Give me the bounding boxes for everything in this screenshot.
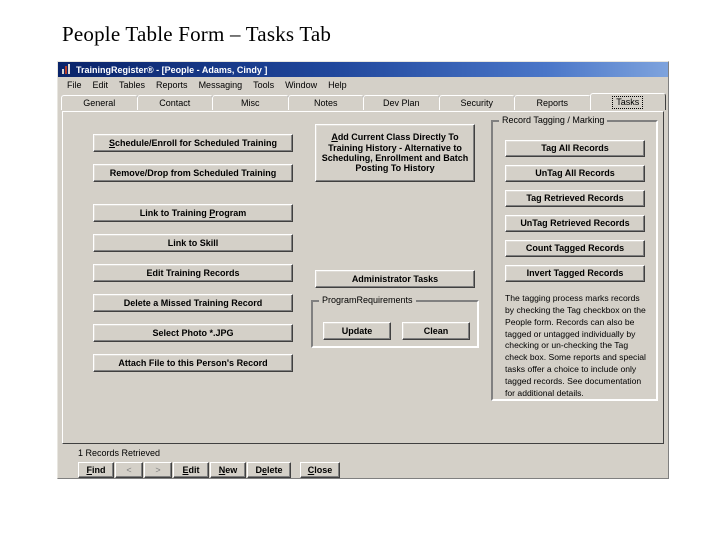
button-label: UnTag Retrieved Records [520,218,630,229]
window-title: TrainingRegister® - [People - Adams, Cin… [76,64,268,75]
tasks-tab-panel: Schedule/Enroll for Scheduled Training R… [62,111,664,444]
button-label: Link to Training Program [139,207,247,218]
tab-label: Notes [313,98,338,108]
button-label: Count Tagged Records [525,243,625,254]
record-tagging-description: The tagging process marks records by che… [505,293,646,398]
menu-item-help[interactable]: Help [323,77,353,93]
add-current-class-button[interactable]: Add Current Class Directly To Training H… [315,124,475,182]
tab-misc[interactable]: Misc [212,95,289,110]
tab-label: General [83,98,116,108]
program-requirements-group: ProgramRequirements Update Clean [311,295,479,348]
tag-all-records-button[interactable]: Tag All Records [505,140,645,157]
tag-retrieved-records-button[interactable]: Tag Retrieved Records [505,190,645,207]
program-requirements-legend: ProgramRequirements [319,295,416,305]
menu-item-messaging[interactable]: Messaging [194,77,249,93]
record-tagging-legend: Record Tagging / Marking [499,115,608,125]
button-label: Tag Retrieved Records [526,193,624,204]
button-label: Tag All Records [541,143,609,154]
button-label: Close [307,465,333,475]
status-records-retrieved: 1 Records Retrieved [78,448,161,458]
untag-retrieved-records-button[interactable]: UnTag Retrieved Records [505,215,645,232]
untag-all-records-button[interactable]: UnTag All Records [505,165,645,182]
tab-label: Tasks [612,95,644,109]
program-requirements-update-button[interactable]: Update [323,322,391,340]
button-label: UnTag All Records [535,168,615,179]
button-label: Remove/Drop from Scheduled Training [109,167,277,178]
tab-strip: General Contact Misc Notes Dev Plan Secu… [61,93,666,110]
tab-label: Contact [159,98,191,108]
count-tagged-records-button[interactable]: Count Tagged Records [505,240,645,257]
window-titlebar[interactable]: TrainingRegister® - [People - Adams, Cin… [58,62,668,77]
new-button[interactable]: New [210,462,246,478]
button-label: Select Photo *.JPG [152,327,234,338]
delete-button[interactable]: Delete [247,462,291,478]
tab-tasks[interactable]: Tasks [589,93,666,110]
slide-title: People Table Form – Tasks Tab [62,22,332,46]
button-label: Update [341,325,373,336]
button-label: Clean [423,325,449,336]
menu-item-reports[interactable]: Reports [151,77,194,93]
chart-bars-icon [61,64,72,75]
menu-item-tables[interactable]: Tables [114,77,151,93]
close-button[interactable]: Close [300,462,340,478]
edit-training-records-button[interactable]: Edit Training Records [93,264,293,282]
previous-record-button[interactable]: < [115,462,143,478]
find-button[interactable]: Find [78,462,114,478]
program-requirements-clean-button[interactable]: Clean [402,322,470,340]
remove-drop-button[interactable]: Remove/Drop from Scheduled Training [93,164,293,182]
tab-label: Misc [241,98,260,108]
menu-item-window[interactable]: Window [280,77,323,93]
link-training-program-button[interactable]: Link to Training Program [93,204,293,222]
slide-canvas: People Table Form – Tasks Tab TrainingRe… [0,0,720,540]
button-label: Find [86,465,106,475]
tab-security[interactable]: Security [438,95,515,110]
attach-file-button[interactable]: Attach File to this Person's Record [93,354,293,372]
button-label: Attach File to this Person's Record [118,357,268,368]
button-label: New [218,465,238,475]
select-photo-button[interactable]: Select Photo *.JPG [93,324,293,342]
link-skill-button[interactable]: Link to Skill [93,234,293,252]
button-label: Edit Training Records [146,267,240,278]
schedule-enroll-button[interactable]: Schedule/Enroll for Scheduled Training [93,134,293,152]
tab-notes[interactable]: Notes [287,95,364,110]
tab-label: Reports [536,98,568,108]
tab-general[interactable]: General [61,95,138,110]
button-label: Delete [255,465,283,475]
menu-item-edit[interactable]: Edit [88,77,115,93]
button-label: Schedule/Enroll for Scheduled Training [108,137,278,148]
button-label: > [155,465,161,475]
button-label: < [126,465,132,475]
button-label: Edit [182,465,200,475]
record-navigation-bar: 1 Records Retrieved Find < > Edit New De… [62,448,664,478]
button-label: Invert Tagged Records [526,268,624,279]
tab-label: Security [460,98,493,108]
application-window: TrainingRegister® - [People - Adams, Cin… [57,61,669,479]
menu-item-file[interactable]: File [62,77,88,93]
edit-button[interactable]: Edit [173,462,209,478]
delete-missed-training-button[interactable]: Delete a Missed Training Record [93,294,293,312]
invert-tagged-records-button[interactable]: Invert Tagged Records [505,265,645,282]
menu-item-tools[interactable]: Tools [248,77,280,93]
button-label: Administrator Tasks [351,273,439,284]
button-label: Link to Skill [167,237,219,248]
tab-label: Dev Plan [382,98,420,108]
tab-reports[interactable]: Reports [514,95,591,110]
menu-bar: File Edit Tables Reports Messaging Tools… [58,77,668,93]
button-label: Add Current Class Directly To Training H… [321,132,469,174]
tab-contact[interactable]: Contact [136,95,213,110]
next-record-button[interactable]: > [144,462,172,478]
record-tagging-group: Record Tagging / Marking Tag All Records… [491,115,658,401]
button-label: Delete a Missed Training Record [123,297,263,308]
tab-dev-plan[interactable]: Dev Plan [363,95,440,110]
administrator-tasks-button[interactable]: Administrator Tasks [315,270,475,288]
